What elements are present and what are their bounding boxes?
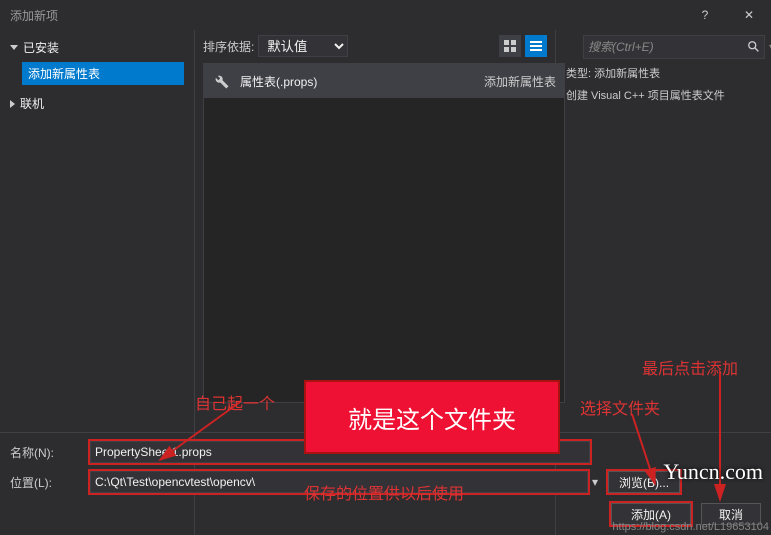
view-grid-icon[interactable] (499, 35, 521, 57)
tree-online[interactable]: 联机 (0, 91, 194, 116)
toolbar: 排序依据: 默认值 (195, 30, 555, 59)
search-input[interactable] (584, 40, 747, 54)
type-label: 类型: (566, 68, 591, 80)
location-dropdown-icon[interactable]: ▾ (592, 475, 598, 489)
name-label: 名称(N): (8, 444, 90, 461)
type-description: 创建 Visual C++ 项目属性表文件 (566, 87, 761, 103)
bottom-form: 名称(N): 位置(L): ▾ 浏览(B)... 添加(A) 取消 (0, 432, 771, 535)
sort-select[interactable]: 默认值 (258, 35, 348, 57)
location-input[interactable] (90, 471, 588, 493)
template-name: 属性表(.props) (240, 73, 484, 90)
dialog-title: 添加新项 (10, 7, 58, 24)
template-tag: 添加新属性表 (484, 73, 556, 90)
location-label: 位置(L): (8, 474, 90, 491)
sort-label: 排序依据: (203, 38, 254, 55)
search-box[interactable]: ▾ (583, 35, 765, 59)
view-list-icon[interactable] (525, 35, 547, 57)
wrench-icon (212, 72, 230, 90)
cancel-button[interactable]: 取消 (701, 503, 761, 525)
close-button[interactable]: ✕ (727, 0, 771, 30)
titlebar: 添加新项 ? ✕ (0, 0, 771, 30)
help-button[interactable]: ? (683, 0, 727, 30)
tree-item-new-props[interactable]: 添加新属性表 (22, 62, 184, 85)
template-list[interactable]: 属性表(.props) 添加新属性表 (203, 63, 565, 403)
search-icon[interactable] (747, 39, 761, 55)
add-button[interactable]: 添加(A) (611, 503, 691, 525)
template-row[interactable]: 属性表(.props) 添加新属性表 (204, 64, 564, 98)
browse-button[interactable]: 浏览(B)... (608, 471, 680, 493)
name-input[interactable] (90, 441, 590, 463)
tree-installed[interactable]: 已安装 (0, 35, 194, 60)
type-value: 添加新属性表 (594, 68, 660, 80)
